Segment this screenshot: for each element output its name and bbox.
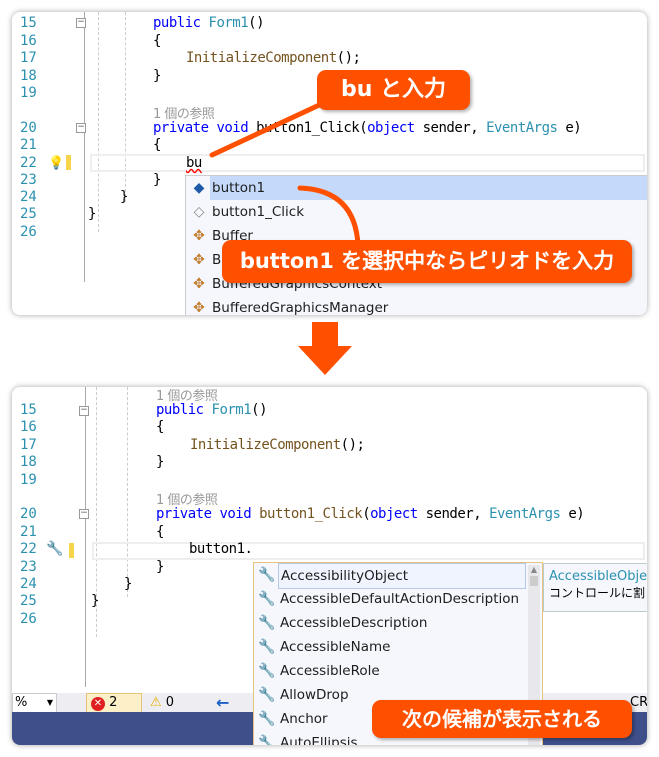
- line-ending[interactable]: CRL: [630, 693, 647, 713]
- completion-label: AutoEllipsis: [280, 735, 358, 745]
- warning-count-button[interactable]: ⚠ 0: [150, 693, 174, 713]
- code: e): [560, 506, 585, 522]
- kw: object: [370, 506, 418, 522]
- connector-line: [297, 185, 361, 248]
- line-number: 21: [20, 524, 37, 540]
- completion-item[interactable]: 🔧 AccessibleDefaultActionDescription: [254, 587, 542, 611]
- code: {: [156, 419, 164, 435]
- type: Form1: [211, 402, 252, 418]
- line-number: 17: [20, 437, 37, 453]
- zoom-dropdown[interactable]: % ▼: [12, 693, 57, 713]
- kw: public: [156, 402, 204, 418]
- wrench-icon: 🔧: [258, 687, 276, 703]
- change-marker: [69, 543, 74, 558]
- code: {: [156, 524, 164, 540]
- code: sender,: [417, 506, 490, 522]
- editor-after: 15 16 17 18 19 20 21 22 23 24 25 26 − − 🔧 1 個の参照 pu…: [12, 387, 647, 745]
- code: ();: [340, 437, 365, 453]
- code: }: [156, 559, 164, 575]
- code: (): [251, 402, 268, 418]
- wrench-icon: 🔧: [258, 615, 276, 631]
- quick-info-tooltip: AccessibleObje コントロールに割り: [543, 563, 647, 612]
- line-number: 18: [20, 454, 37, 470]
- code: }: [91, 593, 99, 609]
- completion-label: AccessibleDescription: [280, 615, 428, 631]
- completion-label: AccessibleRole: [280, 663, 380, 679]
- error-count: 2: [109, 695, 118, 710]
- current-line: [92, 542, 645, 560]
- kw: private: [156, 506, 212, 522]
- wrench-icon: 🔧: [258, 735, 276, 745]
- error-icon: ✕: [91, 697, 105, 711]
- completion-item[interactable]: 🔧 AccessibilityObject: [254, 563, 542, 589]
- line-number: 24: [20, 576, 37, 592]
- completion-item[interactable]: 🔧 AccessibleDescription: [254, 611, 542, 635]
- zoom-value: %: [15, 695, 28, 710]
- method: InitializeComponent: [190, 437, 341, 453]
- warning-icon: ⚠: [150, 695, 162, 710]
- line-number: 25: [20, 593, 37, 609]
- line-number: 15: [20, 402, 37, 418]
- callout-type-bu: bu と入力: [317, 70, 470, 110]
- indent-guide: [127, 387, 128, 597]
- tooltip-title: AccessibleObje: [549, 569, 647, 584]
- completion-label: AccessibilityObject: [278, 563, 526, 589]
- line-number: 19: [20, 472, 37, 488]
- collapse-icon[interactable]: −: [79, 406, 89, 416]
- tooltip-description: コントロールに割り: [549, 586, 647, 600]
- callout-next-candidates: 次の候補が表示される: [372, 700, 632, 738]
- method: button1_Click: [259, 506, 363, 522]
- line-number: 23: [20, 559, 37, 575]
- callout-type-period: button1 を選択中ならピリオドを入力: [222, 240, 632, 283]
- typed-text[interactable]: button1.: [189, 541, 253, 557]
- code: }: [156, 454, 164, 470]
- line-number: 26: [20, 611, 37, 627]
- wrench-icon: 🔧: [258, 663, 276, 679]
- wrench-icon: 🔧: [258, 639, 276, 655]
- completion-label: AccessibleDefaultActionDescription: [280, 591, 520, 607]
- code: }: [124, 576, 132, 592]
- error-count-button[interactable]: ✕ 2: [86, 693, 142, 713]
- completion-label: AllowDrop: [280, 687, 349, 703]
- outline-line: [85, 387, 86, 687]
- completion-item[interactable]: 🔧 AccessibleRole: [254, 659, 542, 683]
- completion-label: AccessibleName: [280, 639, 391, 655]
- completion-label: Anchor: [280, 711, 328, 727]
- screwdriver-icon[interactable]: 🔧: [46, 541, 63, 557]
- wrench-icon: 🔧: [258, 711, 276, 727]
- wrench-icon: 🔧: [258, 567, 276, 583]
- wrench-icon: 🔧: [258, 591, 276, 607]
- back-arrow-icon[interactable]: ←: [216, 693, 229, 713]
- down-arrow-icon: [298, 322, 352, 375]
- line-number: 20: [20, 506, 37, 522]
- collapse-icon[interactable]: −: [79, 509, 89, 519]
- type: EventArgs: [489, 506, 561, 522]
- code: (: [362, 506, 371, 522]
- connector-line: [209, 97, 333, 158]
- line-number: 16: [20, 419, 37, 435]
- kw: void: [219, 506, 252, 522]
- completion-item[interactable]: 🔧 AccessibleName: [254, 635, 542, 659]
- chevron-down-icon: ▼: [46, 698, 53, 707]
- warning-count: 0: [165, 695, 175, 710]
